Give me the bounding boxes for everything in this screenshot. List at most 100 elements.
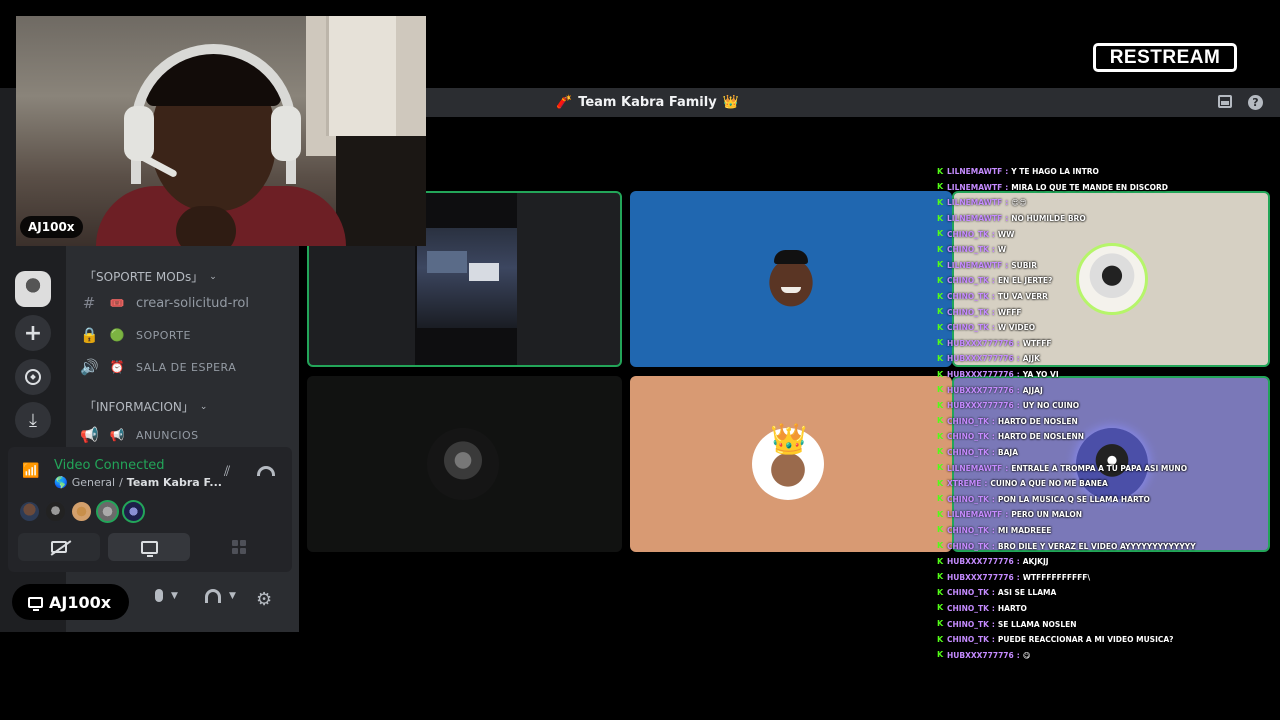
chat-colon: : [991, 447, 995, 457]
chat-text: ASI SE LLAMA [997, 588, 1057, 598]
video-tile[interactable] [307, 376, 622, 552]
category-soporte-mods[interactable]: 「SOPORTE MODs」 ⌄ [84, 268, 217, 285]
kick-icon: K [937, 229, 944, 239]
chat-colon: : [1005, 463, 1009, 473]
chat-colon: : [991, 416, 995, 426]
share-screen-button[interactable] [108, 533, 190, 561]
username: AJ100x [49, 592, 112, 612]
chat-text: WFFF [997, 307, 1022, 317]
camera-toggle-button[interactable] [18, 533, 100, 561]
category-label: 「SOPORTE MODs」 [84, 270, 204, 284]
add-server-button[interactable]: + [15, 315, 51, 351]
chat-text: WTFFFFFFFFFF\ [1022, 572, 1091, 582]
monitor-image [417, 228, 517, 328]
chat-colon: : [1005, 198, 1009, 208]
chevron-down-icon[interactable]: ▼ [229, 591, 236, 601]
chevron-down-icon[interactable]: ▼ [171, 591, 178, 601]
streamer-name-tag: AJ100x [20, 216, 83, 238]
avatar[interactable] [70, 500, 93, 523]
chat-text: 😋 [1022, 650, 1031, 660]
gear-icon: ⚙ [256, 589, 273, 610]
signal-icon[interactable]: 📶 [22, 463, 40, 479]
channel-sala-de-espera[interactable]: 🔊 ⏰ SALA DE ESPERA [80, 358, 236, 376]
firecracker-emoji: 🧨 [556, 95, 573, 110]
chat-username: LILNEMAWTF [947, 463, 1003, 473]
settings-button[interactable]: ⚙ [256, 589, 272, 610]
chat-username: CHINO_TK [947, 276, 989, 286]
voice-status[interactable]: Video Connected [54, 458, 165, 473]
kick-icon: K [937, 275, 944, 285]
kick-icon: K [937, 431, 944, 441]
kick-icon: K [937, 385, 944, 395]
kick-icon: K [937, 634, 944, 644]
disconnect-icon[interactable] [257, 466, 275, 476]
chat-message: K CHINO_TK: BAJA [937, 445, 1277, 461]
video-tile[interactable] [630, 376, 952, 552]
avatar[interactable] [44, 500, 67, 523]
inbox-icon[interactable] [1218, 95, 1232, 108]
channel-soporte[interactable]: 🔒 🟢 SOPORTE [80, 326, 191, 344]
video-tile[interactable] [630, 191, 952, 367]
chat-colon: : [991, 307, 995, 317]
chat-colon: : [1005, 260, 1009, 270]
chat-text: W [997, 245, 1007, 255]
globe-icon: 🌎 [54, 476, 68, 489]
download-apps-button[interactable]: ⤓ [15, 402, 51, 438]
kick-icon: K [937, 463, 944, 473]
chat-text: WTFFF [1022, 338, 1052, 348]
chat-text: MIRA LO QUE TE MANDE EN DISCORD [1011, 182, 1169, 192]
chat-username: HUBXXX777776 [947, 385, 1014, 395]
chat-text: YA YO VI [1022, 370, 1059, 380]
restream-logo: RESTREAM [1093, 43, 1237, 72]
chat-colon: : [1005, 167, 1009, 177]
user-panel[interactable]: AJ100x [12, 584, 129, 620]
chat-message: K LILNEMAWTF: ENTRALE A TROMPA A TU PAPA A… [937, 460, 1277, 476]
chat-text: SUBIR [1011, 260, 1037, 270]
explore-button[interactable] [15, 359, 51, 395]
chat-message: K LILNEMAWTF: Y TE HAGO LA INTRO [937, 164, 1277, 180]
chat-username: CHINO_TK [947, 323, 989, 333]
chat-text: 😍😍 [1011, 198, 1027, 208]
channel-crear-solicitud-rol[interactable]: # 🎟️ crear-solicitud-rol [80, 294, 249, 312]
kick-icon: K [937, 447, 944, 457]
chat-username: CHINO_TK [947, 416, 989, 426]
voice-channel-name: General [71, 476, 116, 489]
kick-icon: K [937, 322, 944, 332]
chat-username: HUBXXX777776 [947, 650, 1014, 660]
help-icon[interactable]: ? [1248, 95, 1263, 110]
server-icon[interactable] [15, 271, 51, 307]
chat-text: WW [997, 229, 1015, 239]
avatar[interactable] [122, 500, 145, 523]
kick-icon: K [937, 416, 944, 426]
chat-message: K HUBXXX777776: YA YO VI [937, 367, 1277, 383]
chat-message: K CHINO_TK: WW [937, 226, 1277, 242]
voice-channel-path[interactable]: 🌎 General / Team Kabra F... [54, 476, 222, 489]
noise-suppression-icon[interactable]: ⫽ [224, 464, 242, 482]
chat-colon: : [1016, 370, 1020, 380]
camera-off-icon [51, 541, 67, 553]
category-informacion[interactable]: 「INFORMACION」 ⌄ [84, 398, 207, 415]
mute-button[interactable]: ▼ [155, 589, 178, 602]
activities-button[interactable] [198, 533, 280, 561]
chat-username: XTREME [947, 479, 982, 489]
chat-message: K LILNEMAWTF: NO HUMILDE BRO [937, 211, 1277, 227]
chat-message: K CHINO_TK: BRO DILE Y VERAZ EL VIDEO AYYY… [937, 538, 1277, 554]
kick-icon: K [937, 291, 944, 301]
chat-username: CHINO_TK [947, 432, 989, 442]
avatar[interactable] [96, 500, 119, 523]
screen-share-icon [140, 540, 158, 557]
window-image [469, 263, 499, 281]
chat-colon: : [1016, 572, 1020, 582]
chat-username: HUBXXX777776 [947, 354, 1014, 364]
chat-message: K CHINO_TK: PUEDE REACCIONAR A MI VIDEO MU… [937, 632, 1277, 648]
channel-anuncios[interactable]: 📢 📢 ANUNCIOS [80, 426, 199, 444]
chat-username: LILNEMAWTF [947, 260, 1003, 270]
chat-message: KLILNEMAWTF:😂😂😂 [937, 663, 1277, 667]
kick-icon: K [937, 587, 944, 597]
deafen-button[interactable]: ▼ [205, 589, 236, 603]
chat-message: K HUBXXX777776: AKJKJJ [937, 554, 1277, 570]
chat-username: CHINO_TK [947, 447, 989, 457]
chat-username: CHINO_TK [947, 307, 989, 317]
avatar[interactable] [18, 500, 41, 523]
voice-participants [18, 500, 145, 523]
